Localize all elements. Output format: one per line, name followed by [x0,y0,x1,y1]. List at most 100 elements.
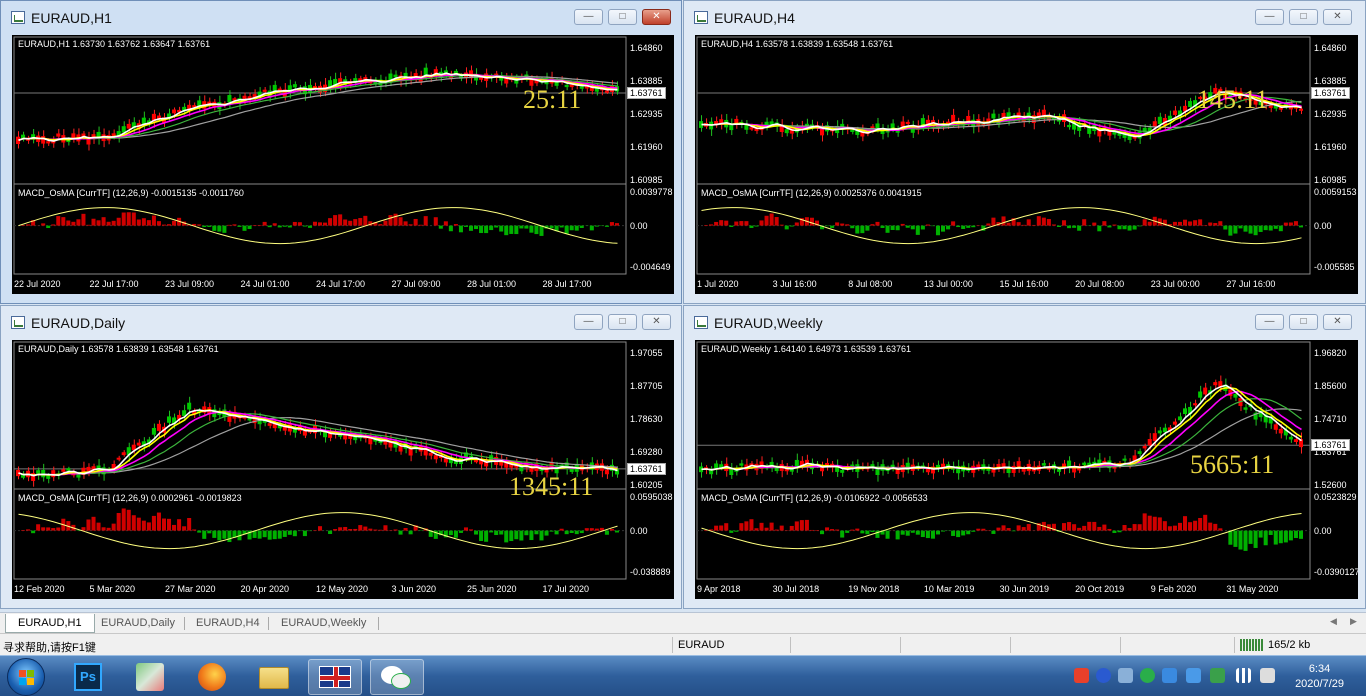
date-axis-label: 8 Jul 08:00 [848,279,893,289]
maximize-button[interactable]: □ [1289,9,1318,25]
macd-histogram-bar [1112,224,1117,226]
window-titlebar[interactable]: EURAUD,Daily — □ ✕ [1,306,681,337]
candle-body [749,127,754,130]
sogou-ime-icon[interactable] [1074,668,1089,683]
chart-area[interactable]: EURAUD,Weekly 1.64140 1.64973 1.63539 1.… [695,340,1358,599]
date-axis-label: 20 Jul 08:00 [1075,279,1125,289]
price-tick-label: 1.69280 [630,447,663,457]
macd-histogram-bar [850,529,855,531]
macd-histogram-bar [96,522,101,531]
candle-body [1041,463,1046,466]
security-tray-icon[interactable] [1210,668,1225,683]
macd-histogram-bar [1031,224,1036,226]
macd-histogram-bar [784,225,789,230]
tab-scroll-left-icon[interactable]: ◀ [1330,616,1337,627]
macd-info: MACD_OsMA [CurrTF] (12,26,9) -0.0106922 … [701,493,928,503]
chart-window-icon [694,11,708,24]
macd-histogram-bar [51,528,56,531]
chart-window-icon [11,11,25,24]
macd-histogram-bar [1193,520,1198,531]
window-title: EURAUD,Daily [31,315,126,331]
tab-euraud-weekly[interactable]: EURAUD,Weekly [269,614,378,633]
help-icon[interactable] [1096,668,1111,683]
signal-tray-icon[interactable] [1236,668,1251,683]
macd-histogram-bar [509,530,514,542]
macd-histogram-bar [729,225,734,227]
macd-histogram-bar [126,212,131,226]
macd-histogram-bar [499,530,504,535]
shield-tray-icon[interactable] [1186,668,1201,683]
maximize-button[interactable]: □ [1289,314,1318,330]
macd-histogram-bar [559,528,564,531]
network-share-icon[interactable] [1118,668,1133,683]
macd-histogram-bar [1167,526,1172,531]
macd-histogram-bar [1092,222,1097,226]
minimize-button[interactable]: — [574,9,603,25]
start-orb-icon[interactable] [7,658,45,696]
price-tick-label: 1.61960 [630,142,663,152]
tab-euraud-h1[interactable]: EURAUD,H1 [5,614,95,633]
chart-area[interactable]: EURAUD,Daily 1.63578 1.63839 1.63548 1.6… [12,340,674,599]
tab-euraud-h4[interactable]: EURAUD,H4 [184,614,272,633]
wechat-icon[interactable] [370,659,424,695]
file-explorer-icon[interactable] [248,659,302,695]
macd-histogram-bar [272,530,277,540]
window-titlebar[interactable]: EURAUD,H1 — □ ✕ [1,1,681,32]
chart-area[interactable]: EURAUD,H1 1.63730 1.63762 1.63647 1.6376… [12,35,674,294]
macd-histogram-bar [267,530,272,540]
window-titlebar[interactable]: EURAUD,H4 — □ ✕ [684,1,1365,32]
close-button[interactable]: ✕ [642,314,671,330]
macd-histogram-bar [192,529,197,531]
firefox-icon[interactable] [186,659,240,695]
chart-area[interactable]: EURAUD,H4 1.63578 1.63839 1.63548 1.6376… [695,35,1358,294]
macd-histogram-bar [744,521,749,531]
metatrader-flag-icon[interactable] [308,659,362,695]
minimize-button[interactable]: — [1255,314,1284,330]
macd-histogram-bar [167,518,172,531]
macd-histogram-bar [534,225,539,235]
chart-window-daily[interactable]: EURAUD,Daily — □ ✕ EURAUD,Daily 1.63578 … [0,305,682,609]
macd-histogram-bar [1142,219,1147,226]
macd-histogram-bar [729,530,734,533]
close-button[interactable]: ✕ [1323,9,1352,25]
system-clock[interactable]: 6:34 2020/7/29 [1295,662,1344,692]
chart-window-weekly[interactable]: EURAUD,Weekly — □ ✕ EURAUD,Weekly 1.6414… [683,305,1366,609]
macd-histogram-bar [1046,219,1051,226]
photoshop-icon[interactable]: Ps [62,659,116,695]
chart-window-h1[interactable]: EURAUD,H1 — □ ✕ EURAUD,H1 1.63730 1.6376… [0,0,682,304]
tab-scroll-right-icon[interactable]: ▶ [1350,616,1357,627]
minimize-button[interactable]: — [1255,9,1284,25]
feather-tray-icon[interactable] [1162,668,1177,683]
window-titlebar[interactable]: EURAUD,Weekly — □ ✕ [684,306,1365,337]
macd-histogram-bar [574,530,579,535]
current-price-marker: 1.63761 [627,87,666,100]
close-button[interactable]: ✕ [1323,314,1352,330]
maximize-button[interactable]: □ [608,314,637,330]
chart-canvas [13,36,627,275]
date-axis-label: 27 Jul 09:00 [391,279,441,289]
wechat-tray-icon[interactable] [1140,668,1155,683]
candle-body [51,470,56,478]
paint-tool-icon[interactable] [124,659,178,695]
maximize-button[interactable]: □ [608,9,637,25]
candle-body [1011,465,1016,473]
macd-histogram-bar [1162,521,1167,531]
candle-body [227,95,232,103]
macd-histogram-bar [1238,225,1243,229]
macd-histogram-bar [900,530,905,535]
volume-muted-icon[interactable] [1260,668,1275,683]
macd-histogram-bar [799,520,804,531]
chart-window-h4[interactable]: EURAUD,H4 — □ ✕ EURAUD,H4 1.63578 1.6383… [683,0,1366,304]
close-button[interactable]: ✕ [642,9,671,25]
macd-histogram-bar [26,224,31,226]
tab-euraud-daily[interactable]: EURAUD,Daily [89,614,187,633]
macd-histogram-bar [277,530,282,539]
minimize-button[interactable]: — [574,314,603,330]
price-tick-label: 1.78630 [630,414,663,424]
macd-scale-label: 0.0059153 [1314,187,1357,197]
macd-histogram-bar [121,212,126,226]
candle-body [729,124,734,131]
macd-histogram-bar [1253,530,1258,548]
macd-histogram-bar [734,530,739,532]
tab-divider [378,617,379,630]
